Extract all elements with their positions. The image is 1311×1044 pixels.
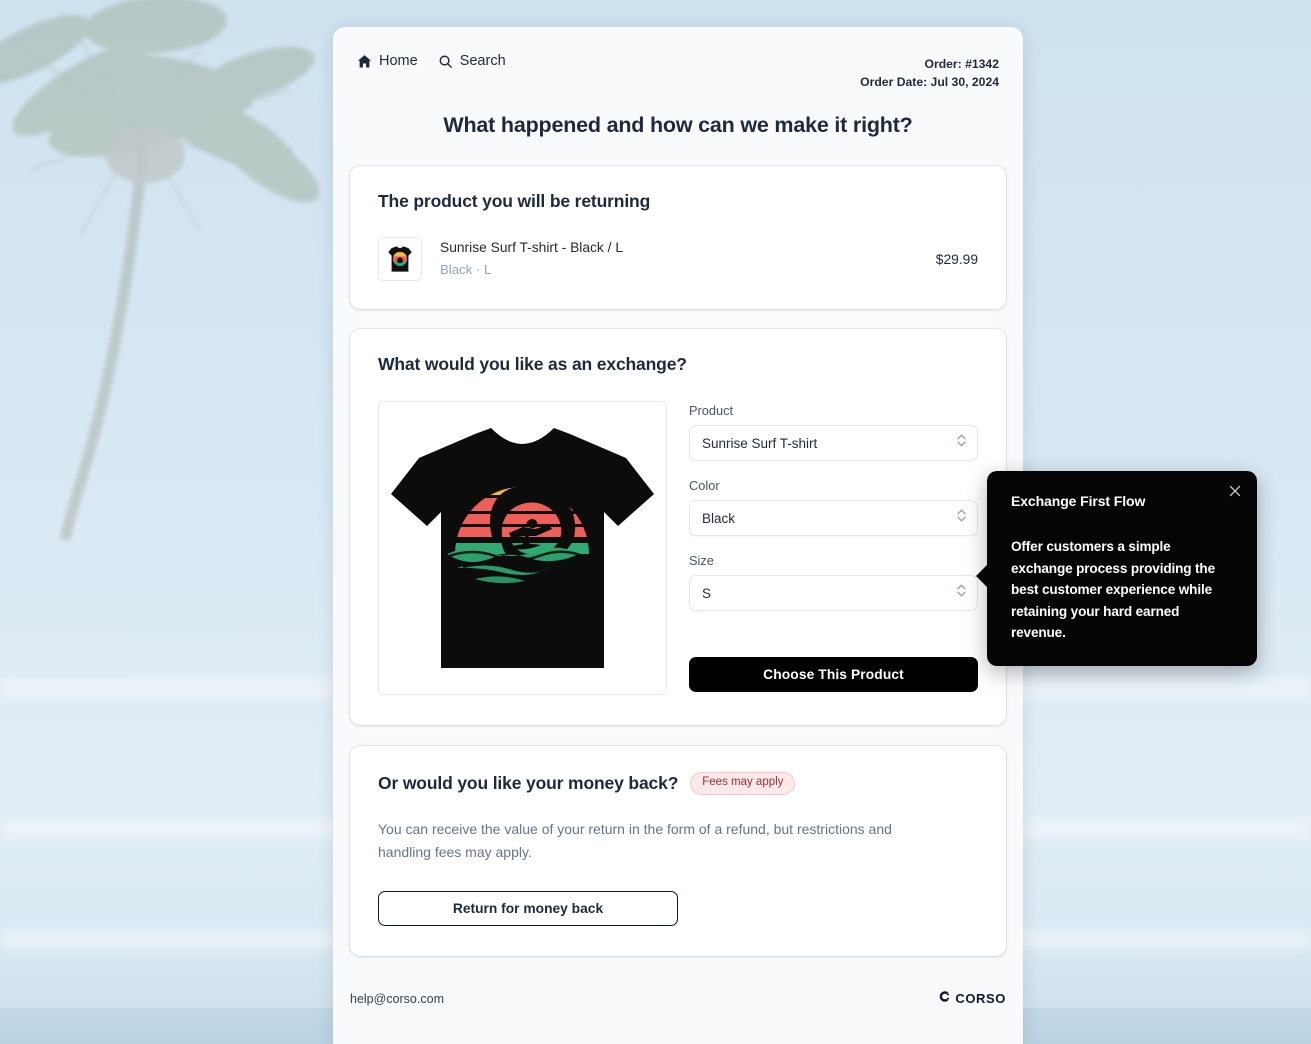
- color-field-label: Color: [689, 478, 720, 493]
- returning-card-title: The product you will be returning: [378, 191, 651, 211]
- money-back-header: Or would you like your money back? Fees …: [378, 772, 978, 795]
- palm-tree-image: [0, 0, 320, 540]
- corso-mark-icon: [938, 990, 951, 1008]
- corso-logo-text: CORSO: [955, 991, 1006, 1006]
- main-nav: Home Search: [357, 45, 506, 69]
- nav-item-search[interactable]: Search: [438, 54, 506, 69]
- money-back-title: Or would you like your money back?: [378, 772, 679, 793]
- exchange-card-title: What would you like as an exchange?: [378, 354, 687, 374]
- exchange-card: What would you like as an exchange? Prod…: [350, 329, 1006, 725]
- size-field-label: Size: [689, 553, 714, 568]
- tooltip-title: Exchange First Flow: [1011, 493, 1146, 509]
- order-meta: Order: #1342 Order Date: Jul 30, 2024: [860, 45, 999, 91]
- nav-item-home-label: Home: [379, 53, 418, 70]
- money-back-description: You can receive the value of your return…: [378, 820, 892, 860]
- return-for-money-back-button[interactable]: Return for money back: [378, 890, 678, 926]
- top-bar: Home Search Order: #1342 Order Date: Jul…: [333, 27, 1023, 89]
- exchange-product-image: [378, 401, 667, 695]
- order-date: Order Date: Jul 30, 2024: [860, 75, 999, 89]
- close-icon[interactable]: [1226, 482, 1246, 502]
- exchange-body: Product Sunrise Surf T-shirt Color Black: [378, 401, 978, 695]
- order-number: Order: #1342: [924, 57, 999, 71]
- exchange-first-flow-tooltip: Exchange First Flow Offer customers a si…: [976, 471, 1257, 666]
- exchange-form: Product Sunrise Surf T-shirt Color Black: [689, 401, 978, 695]
- returning-product-thumbnail: [378, 237, 422, 281]
- page-title: What happened and how can we make it rig…: [443, 113, 913, 137]
- corso-logo: CORSO: [938, 990, 1006, 1008]
- color-select[interactable]: Black: [689, 500, 978, 536]
- returning-product-variant: Black · L: [440, 262, 492, 277]
- product-select[interactable]: Sunrise Surf T-shirt: [689, 425, 978, 461]
- support-email-link[interactable]: help@corso.com: [350, 992, 444, 1006]
- tooltip-body: Offer customers a simple exchange proces…: [1011, 539, 1215, 640]
- returning-product-info: Sunrise Surf T-shirt - Black / L Black ·…: [440, 238, 936, 280]
- nav-item-search-label: Search: [459, 53, 506, 70]
- return-portal-container: Home Search Order: #1342 Order Date: Jul…: [333, 27, 1023, 1044]
- home-icon: [357, 54, 372, 69]
- money-back-card: Or would you like your money back? Fees …: [350, 746, 1006, 956]
- search-icon: [438, 54, 453, 69]
- footer: help@corso.com CORSO: [333, 978, 1023, 1020]
- returning-product-card: The product you will be returning Sunris…: [350, 166, 1006, 309]
- returning-product-price: $29.99: [935, 251, 978, 267]
- color-select-wrap: Black: [689, 500, 978, 536]
- returning-product-name: Sunrise Surf T-shirt - Black / L: [440, 240, 623, 255]
- choose-this-product-button[interactable]: Choose This Product: [689, 657, 978, 692]
- product-field-label: Product: [689, 403, 734, 418]
- fees-may-apply-badge: Fees may apply: [690, 772, 796, 795]
- size-select[interactable]: S: [689, 575, 978, 611]
- returning-product-row: Sunrise Surf T-shirt - Black / L Black ·…: [378, 237, 978, 281]
- size-select-wrap: S: [689, 575, 978, 611]
- nav-item-home[interactable]: Home: [357, 54, 418, 69]
- product-select-wrap: Sunrise Surf T-shirt: [689, 425, 978, 461]
